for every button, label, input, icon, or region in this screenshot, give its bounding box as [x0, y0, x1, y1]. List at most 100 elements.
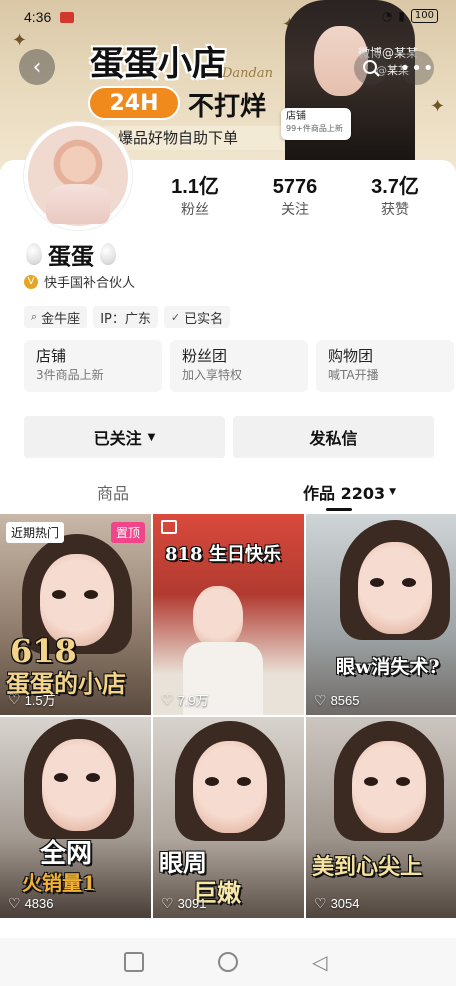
follow-button[interactable]: 已关注 ▼: [24, 416, 225, 458]
tag-ip-location: IP：广东: [93, 306, 158, 328]
stat-followers[interactable]: 1.1亿 粉丝: [145, 174, 245, 224]
more-button[interactable]: •••: [400, 51, 434, 85]
chevron-left-icon: ‹: [32, 54, 42, 80]
video-thumbnail: [193, 586, 243, 648]
profile-actions: 已关注 ▼ 发私信: [24, 416, 434, 458]
video-tile[interactable]: 818 生日快乐 ♡ 7.9万: [153, 514, 304, 715]
egg-icon: [26, 243, 42, 265]
status-bar: 4:36 ◔ ▮ 100: [0, 0, 456, 36]
card-shop[interactable]: 店铺 3件商品上新: [24, 340, 162, 392]
banner-signature: Dandan: [222, 66, 273, 81]
stat-following[interactable]: 5776 关注: [245, 174, 345, 224]
heart-icon: ♡: [8, 691, 21, 707]
video-thumbnail: [358, 542, 432, 634]
profile-tags: ⌕ 金牛座 IP：广东 ✓ 已实名: [24, 306, 231, 328]
back-button[interactable]: ‹: [19, 49, 55, 85]
shop-tag-sub: 99+件商品上新: [286, 124, 343, 133]
profile-stats: 1.1亿 粉丝 5776 关注 3.7亿 获赞: [145, 174, 445, 224]
tab-works[interactable]: 作品 2203 ▼: [303, 480, 396, 504]
video-overlay-text: 火销量1: [22, 871, 96, 895]
signal-icon: ▮: [398, 9, 405, 23]
stat-label: 关注: [281, 202, 309, 218]
nickname-text: 蛋蛋: [48, 244, 94, 270]
stat-label: 粉丝: [181, 202, 209, 218]
video-overlay-text: 818 生日快乐: [165, 544, 281, 565]
follow-button-label: 已关注: [93, 429, 142, 448]
video-thumbnail: [402, 578, 416, 587]
heart-icon: ♡: [161, 691, 174, 707]
search-icon: [363, 60, 380, 77]
stat-likes[interactable]: 3.7亿 获赞: [345, 174, 445, 224]
shield-check-icon: ✓: [170, 310, 181, 324]
video-tile[interactable]: 美到心尖上 ♡ 3054: [306, 717, 456, 918]
banner-no-close-text: 不打烊: [188, 92, 267, 122]
caret-down-icon: ▼: [389, 487, 397, 497]
battery-icon: 100: [410, 9, 438, 23]
tag-real-name: ✓ 已实名: [163, 306, 231, 328]
card-subtitle: 3件商品上新: [36, 368, 104, 382]
card-title: 粉丝团: [182, 347, 228, 365]
status-time: 4:36: [24, 9, 52, 25]
profile-cards: 店铺 3件商品上新 粉丝团 加入享特权 购物团 喊TA开播: [24, 340, 456, 392]
status-indicators: ◔ ▮ 100: [382, 9, 438, 23]
video-grid: 近期热门 置顶 618 蛋蛋的小店 ♡ 1.5万 818 生日快乐 ♡ 7.9万…: [0, 514, 456, 934]
video-thumbnail: [237, 777, 251, 786]
card-fan-club[interactable]: 粉丝团 加入享特权: [170, 340, 308, 392]
like-count-value: 8565: [330, 693, 360, 708]
card-subtitle: 加入享特权: [182, 368, 243, 382]
video-overlay-text: 美到心尖上: [312, 854, 423, 880]
like-count: ♡ 4836: [8, 895, 53, 912]
avatar[interactable]: [24, 122, 132, 230]
like-count-value: 7.9万: [177, 693, 209, 708]
banner-slogan: 爆品好物自助下单: [104, 126, 284, 150]
pin-icon: ⌕: [31, 310, 38, 323]
video-thumbnail: [205, 777, 219, 786]
card-title: 购物团: [328, 347, 374, 365]
video-thumbnail: [364, 777, 378, 786]
video-overlay-text: 眼w消失术?: [336, 656, 440, 678]
video-tile[interactable]: 近期热门 置顶 618 蛋蛋的小店 ♡ 1.5万: [0, 514, 151, 715]
search-button[interactable]: [354, 51, 388, 85]
home-button[interactable]: [218, 952, 238, 972]
triangle-left-icon: ◁: [312, 950, 328, 974]
message-button[interactable]: 发私信: [233, 416, 434, 458]
heart-icon: ♡: [8, 895, 21, 911]
tab-goods[interactable]: 商品: [97, 480, 129, 504]
stat-label: 获赞: [381, 202, 409, 218]
sparkle-icon: ✦: [430, 96, 446, 117]
video-thumbnail: [84, 590, 98, 599]
like-count: ♡ 8565: [314, 692, 359, 709]
video-thumbnail: [352, 741, 426, 833]
card-title: 店铺: [36, 347, 67, 365]
like-count-value: 4836: [24, 896, 54, 911]
content-tabs: 商品 作品 2203 ▼: [0, 472, 456, 512]
nav-back-button[interactable]: ◁: [312, 952, 332, 972]
like-count: ♡ 3054: [314, 895, 359, 912]
video-thumbnail: [86, 773, 100, 782]
like-count: ♡ 3091: [161, 895, 206, 912]
like-count-value: 1.5万: [24, 693, 56, 708]
like-count: ♡ 1.5万: [8, 690, 56, 709]
video-tile[interactable]: 眼周 巨嫩 ♡ 3091: [153, 717, 304, 918]
heart-icon: ♡: [161, 895, 174, 911]
stat-value: 5776: [272, 176, 318, 198]
stat-value: 3.7亿: [371, 176, 419, 198]
video-tile[interactable]: 眼w消失术? ♡ 8565: [306, 514, 456, 715]
pinned-badge: 置顶: [110, 522, 145, 543]
tag-label: 已实名: [184, 311, 224, 327]
caret-down-icon: ▼: [147, 431, 156, 443]
recent-apps-button[interactable]: [124, 952, 144, 972]
verified-row[interactable]: V 快手国补合伙人: [24, 272, 135, 291]
wifi-icon: ◔: [381, 9, 393, 23]
system-nav-bar: ◁: [0, 938, 456, 986]
video-thumbnail: [52, 590, 66, 599]
like-count-value: 3054: [330, 896, 360, 911]
profile-nickname: 蛋蛋: [26, 238, 116, 270]
card-subtitle: 喊TA开播: [328, 368, 379, 382]
video-tile[interactable]: 全网 火销量1 ♡ 4836: [0, 717, 151, 918]
card-shopping-group[interactable]: 购物团 喊TA开播: [316, 340, 454, 392]
banner-shop-tag[interactable]: 店铺 99+件商品上新: [281, 108, 351, 140]
video-thumbnail: [370, 578, 384, 587]
banner-24h-pill: 24H: [88, 86, 180, 120]
notification-app-icon: [60, 12, 74, 23]
